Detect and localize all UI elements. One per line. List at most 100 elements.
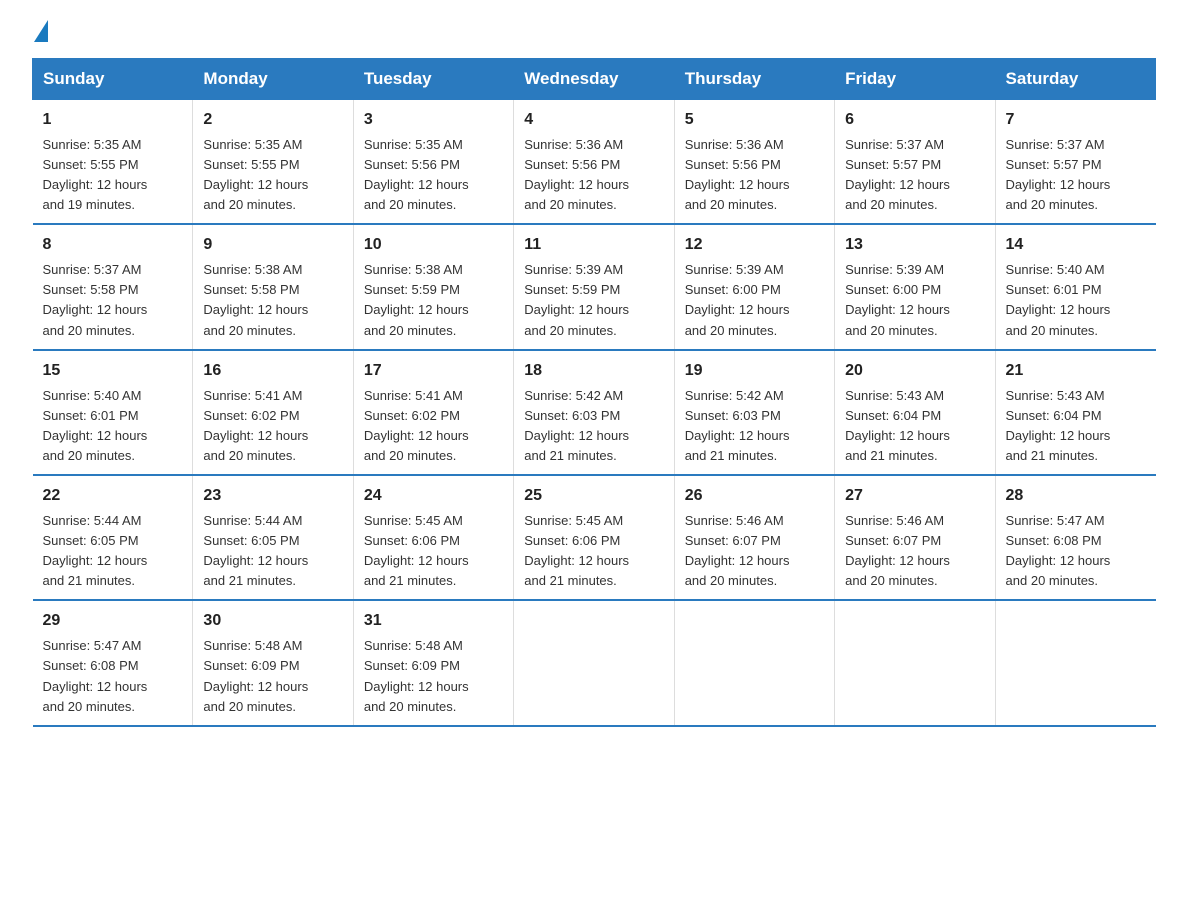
- day-number: 7: [1006, 108, 1146, 133]
- day-info: Sunrise: 5:43 AMSunset: 6:04 PMDaylight:…: [1006, 386, 1146, 467]
- calendar-cell: 22 Sunrise: 5:44 AMSunset: 6:05 PMDaylig…: [33, 475, 193, 600]
- calendar-cell: 18 Sunrise: 5:42 AMSunset: 6:03 PMDaylig…: [514, 350, 674, 475]
- column-header-sunday: Sunday: [33, 59, 193, 100]
- calendar-cell: 10 Sunrise: 5:38 AMSunset: 5:59 PMDaylig…: [353, 224, 513, 349]
- calendar-cell: 24 Sunrise: 5:45 AMSunset: 6:06 PMDaylig…: [353, 475, 513, 600]
- day-info: Sunrise: 5:35 AMSunset: 5:56 PMDaylight:…: [364, 135, 503, 216]
- day-info: Sunrise: 5:35 AMSunset: 5:55 PMDaylight:…: [43, 135, 183, 216]
- calendar-cell: 19 Sunrise: 5:42 AMSunset: 6:03 PMDaylig…: [674, 350, 834, 475]
- calendar-cell: 1 Sunrise: 5:35 AMSunset: 5:55 PMDayligh…: [33, 100, 193, 225]
- day-info: Sunrise: 5:48 AMSunset: 6:09 PMDaylight:…: [364, 636, 503, 717]
- calendar-cell: 14 Sunrise: 5:40 AMSunset: 6:01 PMDaylig…: [995, 224, 1155, 349]
- day-number: 3: [364, 108, 503, 133]
- day-number: 5: [685, 108, 824, 133]
- day-info: Sunrise: 5:39 AMSunset: 5:59 PMDaylight:…: [524, 260, 663, 341]
- day-info: Sunrise: 5:42 AMSunset: 6:03 PMDaylight:…: [524, 386, 663, 467]
- calendar-header-row: SundayMondayTuesdayWednesdayThursdayFrid…: [33, 59, 1156, 100]
- calendar-cell: [514, 600, 674, 725]
- day-info: Sunrise: 5:39 AMSunset: 6:00 PMDaylight:…: [685, 260, 824, 341]
- calendar-cell: 31 Sunrise: 5:48 AMSunset: 6:09 PMDaylig…: [353, 600, 513, 725]
- calendar-cell: 30 Sunrise: 5:48 AMSunset: 6:09 PMDaylig…: [193, 600, 353, 725]
- calendar-cell: 29 Sunrise: 5:47 AMSunset: 6:08 PMDaylig…: [33, 600, 193, 725]
- calendar-cell: [995, 600, 1155, 725]
- calendar-cell: 15 Sunrise: 5:40 AMSunset: 6:01 PMDaylig…: [33, 350, 193, 475]
- calendar-cell: 17 Sunrise: 5:41 AMSunset: 6:02 PMDaylig…: [353, 350, 513, 475]
- calendar-cell: 20 Sunrise: 5:43 AMSunset: 6:04 PMDaylig…: [835, 350, 995, 475]
- calendar-cell: 12 Sunrise: 5:39 AMSunset: 6:00 PMDaylig…: [674, 224, 834, 349]
- day-number: 1: [43, 108, 183, 133]
- calendar-cell: 2 Sunrise: 5:35 AMSunset: 5:55 PMDayligh…: [193, 100, 353, 225]
- day-info: Sunrise: 5:44 AMSunset: 6:05 PMDaylight:…: [203, 511, 342, 592]
- day-number: 10: [364, 233, 503, 258]
- day-info: Sunrise: 5:37 AMSunset: 5:57 PMDaylight:…: [1006, 135, 1146, 216]
- calendar-cell: 9 Sunrise: 5:38 AMSunset: 5:58 PMDayligh…: [193, 224, 353, 349]
- day-number: 13: [845, 233, 984, 258]
- day-number: 8: [43, 233, 183, 258]
- calendar-cell: [674, 600, 834, 725]
- column-header-monday: Monday: [193, 59, 353, 100]
- day-info: Sunrise: 5:48 AMSunset: 6:09 PMDaylight:…: [203, 636, 342, 717]
- day-info: Sunrise: 5:35 AMSunset: 5:55 PMDaylight:…: [203, 135, 342, 216]
- calendar-table: SundayMondayTuesdayWednesdayThursdayFrid…: [32, 58, 1156, 727]
- column-header-tuesday: Tuesday: [353, 59, 513, 100]
- day-number: 28: [1006, 484, 1146, 509]
- calendar-week-row: 1 Sunrise: 5:35 AMSunset: 5:55 PMDayligh…: [33, 100, 1156, 225]
- calendar-week-row: 15 Sunrise: 5:40 AMSunset: 6:01 PMDaylig…: [33, 350, 1156, 475]
- calendar-cell: 25 Sunrise: 5:45 AMSunset: 6:06 PMDaylig…: [514, 475, 674, 600]
- day-info: Sunrise: 5:39 AMSunset: 6:00 PMDaylight:…: [845, 260, 984, 341]
- day-info: Sunrise: 5:41 AMSunset: 6:02 PMDaylight:…: [364, 386, 503, 467]
- calendar-cell: [835, 600, 995, 725]
- day-number: 20: [845, 359, 984, 384]
- logo: [32, 24, 48, 42]
- day-number: 11: [524, 233, 663, 258]
- day-info: Sunrise: 5:45 AMSunset: 6:06 PMDaylight:…: [364, 511, 503, 592]
- logo-triangle-icon: [34, 20, 48, 42]
- day-number: 14: [1006, 233, 1146, 258]
- calendar-cell: 11 Sunrise: 5:39 AMSunset: 5:59 PMDaylig…: [514, 224, 674, 349]
- calendar-cell: 3 Sunrise: 5:35 AMSunset: 5:56 PMDayligh…: [353, 100, 513, 225]
- day-number: 25: [524, 484, 663, 509]
- page-header: [32, 24, 1156, 42]
- day-info: Sunrise: 5:46 AMSunset: 6:07 PMDaylight:…: [685, 511, 824, 592]
- calendar-cell: 21 Sunrise: 5:43 AMSunset: 6:04 PMDaylig…: [995, 350, 1155, 475]
- day-number: 15: [43, 359, 183, 384]
- day-info: Sunrise: 5:36 AMSunset: 5:56 PMDaylight:…: [524, 135, 663, 216]
- day-info: Sunrise: 5:44 AMSunset: 6:05 PMDaylight:…: [43, 511, 183, 592]
- column-header-thursday: Thursday: [674, 59, 834, 100]
- day-info: Sunrise: 5:45 AMSunset: 6:06 PMDaylight:…: [524, 511, 663, 592]
- day-number: 19: [685, 359, 824, 384]
- day-number: 30: [203, 609, 342, 634]
- calendar-cell: 8 Sunrise: 5:37 AMSunset: 5:58 PMDayligh…: [33, 224, 193, 349]
- day-number: 12: [685, 233, 824, 258]
- day-info: Sunrise: 5:47 AMSunset: 6:08 PMDaylight:…: [43, 636, 183, 717]
- calendar-week-row: 22 Sunrise: 5:44 AMSunset: 6:05 PMDaylig…: [33, 475, 1156, 600]
- calendar-cell: 6 Sunrise: 5:37 AMSunset: 5:57 PMDayligh…: [835, 100, 995, 225]
- calendar-week-row: 29 Sunrise: 5:47 AMSunset: 6:08 PMDaylig…: [33, 600, 1156, 725]
- calendar-cell: 16 Sunrise: 5:41 AMSunset: 6:02 PMDaylig…: [193, 350, 353, 475]
- day-number: 31: [364, 609, 503, 634]
- day-number: 16: [203, 359, 342, 384]
- day-number: 21: [1006, 359, 1146, 384]
- calendar-cell: 4 Sunrise: 5:36 AMSunset: 5:56 PMDayligh…: [514, 100, 674, 225]
- day-info: Sunrise: 5:38 AMSunset: 5:58 PMDaylight:…: [203, 260, 342, 341]
- calendar-cell: 26 Sunrise: 5:46 AMSunset: 6:07 PMDaylig…: [674, 475, 834, 600]
- column-header-friday: Friday: [835, 59, 995, 100]
- day-number: 23: [203, 484, 342, 509]
- day-info: Sunrise: 5:37 AMSunset: 5:57 PMDaylight:…: [845, 135, 984, 216]
- column-header-wednesday: Wednesday: [514, 59, 674, 100]
- day-info: Sunrise: 5:43 AMSunset: 6:04 PMDaylight:…: [845, 386, 984, 467]
- day-number: 24: [364, 484, 503, 509]
- day-info: Sunrise: 5:36 AMSunset: 5:56 PMDaylight:…: [685, 135, 824, 216]
- day-info: Sunrise: 5:41 AMSunset: 6:02 PMDaylight:…: [203, 386, 342, 467]
- day-info: Sunrise: 5:38 AMSunset: 5:59 PMDaylight:…: [364, 260, 503, 341]
- day-info: Sunrise: 5:37 AMSunset: 5:58 PMDaylight:…: [43, 260, 183, 341]
- day-info: Sunrise: 5:42 AMSunset: 6:03 PMDaylight:…: [685, 386, 824, 467]
- day-info: Sunrise: 5:46 AMSunset: 6:07 PMDaylight:…: [845, 511, 984, 592]
- day-number: 2: [203, 108, 342, 133]
- day-info: Sunrise: 5:40 AMSunset: 6:01 PMDaylight:…: [43, 386, 183, 467]
- calendar-cell: 28 Sunrise: 5:47 AMSunset: 6:08 PMDaylig…: [995, 475, 1155, 600]
- day-number: 17: [364, 359, 503, 384]
- day-number: 6: [845, 108, 984, 133]
- day-info: Sunrise: 5:40 AMSunset: 6:01 PMDaylight:…: [1006, 260, 1146, 341]
- day-number: 29: [43, 609, 183, 634]
